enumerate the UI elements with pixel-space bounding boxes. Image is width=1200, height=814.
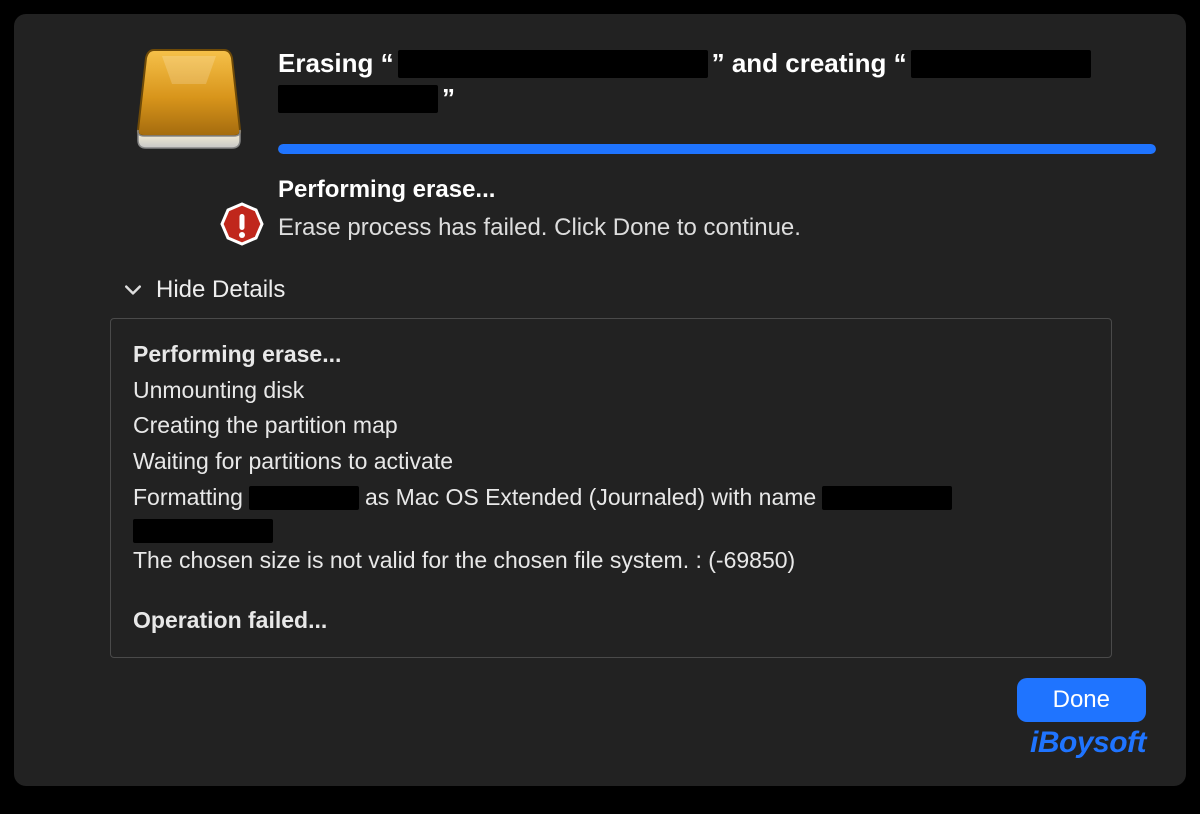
log-line: Creating the partition map (133, 408, 1089, 444)
redacted-volume-name (822, 486, 952, 510)
log-fragment: as Mac OS Extended (Journaled) with name (365, 480, 816, 516)
title-suffix: ” (442, 81, 455, 116)
progress-fill (278, 144, 1156, 154)
dialog-title: Erasing “ ” and creating “ (278, 46, 1156, 81)
redacted-target-name-1 (911, 50, 1091, 78)
drive-icon-wrap (134, 44, 254, 242)
status-heading: Performing erase... (278, 176, 1156, 204)
log-line: The chosen size is not valid for the cho… (133, 543, 1089, 579)
redacted-disk-id (249, 486, 359, 510)
chevron-down-icon (124, 281, 142, 299)
title-prefix: Erasing “ (278, 46, 394, 81)
details-toggle-label: Hide Details (156, 276, 285, 304)
error-badge-icon (218, 202, 266, 250)
log-line: Performing erase... (133, 337, 1089, 373)
redacted-continuation (133, 519, 273, 543)
done-button[interactable]: Done (1017, 678, 1146, 722)
log-line: Waiting for partitions to activate (133, 444, 1089, 480)
log-fragment: Formatting (133, 480, 243, 516)
log-line: Operation failed... (133, 603, 1089, 639)
external-drive-icon (134, 44, 244, 154)
dialog-footer: Done iBoysoft (1017, 678, 1146, 760)
log-line: Unmounting disk (133, 373, 1089, 409)
log-line: Formatting as Mac OS Extended (Journaled… (133, 480, 1089, 516)
redacted-target-name-2 (278, 85, 438, 113)
redacted-source-name (398, 50, 708, 78)
status-subtext: Erase process has failed. Click Done to … (278, 214, 1156, 242)
log-blank (133, 579, 1089, 603)
dialog-title-line2: ” (278, 81, 1156, 116)
erase-dialog: Erasing “ ” and creating “ ” Performing … (14, 14, 1186, 786)
dialog-header: Erasing “ ” and creating “ ” Performing … (44, 34, 1156, 242)
title-block: Erasing “ ” and creating “ ” Performing … (278, 44, 1156, 242)
watermark-text: iBoysoft (1030, 726, 1146, 760)
progress-bar (278, 144, 1156, 154)
details-log: Performing erase... Unmounting disk Crea… (110, 318, 1112, 657)
details-toggle[interactable]: Hide Details (124, 276, 1156, 304)
title-mid: ” and creating “ (712, 46, 907, 81)
